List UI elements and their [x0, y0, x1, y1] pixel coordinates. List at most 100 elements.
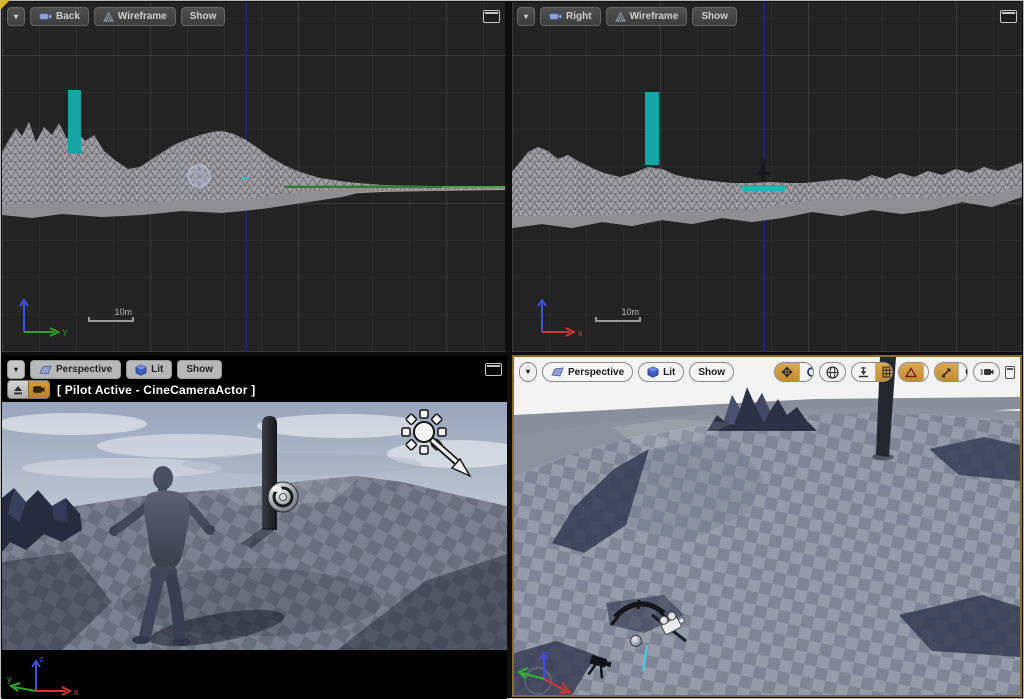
small-actor-silhouette[interactable]	[758, 158, 769, 181]
selection-highlight	[241, 177, 249, 180]
viewport-toolbar: ▾ Perspective Lit Show	[7, 360, 502, 379]
show-label: Show	[186, 364, 214, 375]
camera-speed-icon	[980, 369, 994, 375]
move-tool-button[interactable]	[775, 363, 800, 381]
pole-base-shadow	[872, 453, 894, 461]
perspective-icon	[551, 367, 564, 377]
rotation-snap-value[interactable]: 10°▾	[922, 363, 929, 381]
view-mode-label: Wireframe	[117, 11, 167, 22]
surface-snap-button[interactable]	[852, 363, 875, 381]
rotation-snap-group: 10°▾	[897, 362, 930, 382]
view-type-label: Perspective	[56, 364, 113, 375]
transform-tools	[774, 362, 814, 382]
scale-bar-label: 10m	[621, 307, 639, 317]
axis-gizmo: z y x	[7, 654, 79, 697]
view-mode-button[interactable]: Lit	[126, 360, 173, 379]
show-flags-button[interactable]: Show	[180, 7, 226, 26]
pilot-status-text: [ Pilot Active - CineCameraActor ]	[57, 382, 256, 397]
move-tool-icon	[781, 366, 793, 378]
scale-bar: 10m	[88, 307, 134, 322]
rotation-snap-toggle[interactable]	[898, 363, 923, 381]
view-type-button[interactable]: Back	[30, 7, 89, 26]
axis-label-x: x	[578, 328, 583, 338]
viewport-toolbar: ▾ Right Wireframe Show	[517, 7, 1017, 26]
world-coordinate-icon	[826, 365, 839, 379]
rotate-tool-button[interactable]	[799, 363, 813, 381]
viewport-right[interactable]: x 10m ▾ Right Wireframe Show	[512, 2, 1022, 352]
wireframe-icon	[614, 11, 626, 21]
maximize-viewport-button[interactable]	[485, 363, 502, 376]
maximize-viewport-button[interactable]	[1000, 10, 1017, 23]
axis-label-z: z	[547, 646, 552, 656]
selected-column-actor[interactable]	[645, 92, 659, 165]
coordinate-system-button[interactable]	[818, 362, 846, 382]
camera-speed-value[interactable]: 4▾	[1000, 363, 1001, 381]
pilot-status-bar: [ Pilot Active - CineCameraActor ]	[7, 380, 255, 399]
camera-view[interactable]	[2, 402, 507, 650]
view-type-button[interactable]: Right	[540, 7, 601, 26]
view-mode-button[interactable]: Wireframe	[93, 7, 176, 26]
wireframe-icon	[103, 11, 114, 21]
viewport-options-dropdown[interactable]: ▾	[517, 7, 536, 26]
viewport-toolbar: ▾ Back Wireframe Show	[7, 7, 500, 26]
wireframe-scene-right[interactable]: x	[512, 2, 1022, 352]
grid-snap-toggle[interactable]	[874, 363, 892, 381]
axis-gizmo: x	[537, 298, 583, 338]
scale-snap-icon	[942, 368, 951, 377]
pole-actor[interactable]	[262, 416, 277, 530]
eject-icon	[14, 385, 22, 394]
show-flags-button[interactable]: Show	[177, 360, 223, 379]
camera-icon	[39, 13, 52, 20]
show-label: Show	[701, 11, 729, 22]
viewport-options-dropdown[interactable]: ▾	[7, 7, 26, 26]
view-type-button[interactable]: Perspective	[30, 360, 122, 379]
lit-cube-icon	[647, 366, 659, 378]
view-mode-button[interactable]: Lit	[638, 362, 685, 382]
axis-gizmo: Y	[19, 298, 68, 338]
maximize-viewport-button[interactable]	[483, 10, 500, 23]
view-mode-label: Lit	[151, 364, 164, 375]
scale-bar-label: 10m	[114, 307, 132, 317]
view-mode-button[interactable]: Wireframe	[605, 7, 688, 26]
show-label: Show	[189, 11, 217, 22]
chevron-down-icon: ▾	[526, 367, 531, 376]
surface-snap-icon	[858, 367, 868, 378]
small-chrome-sphere[interactable]	[630, 635, 642, 647]
selected-column-actor[interactable]	[68, 90, 81, 154]
scale-bar: 10m	[595, 307, 641, 322]
pilot-camera-icon	[33, 386, 45, 393]
viewport-perspective[interactable]: z ▾ Perspective Lit Show	[512, 355, 1022, 697]
view-type-label: Back	[56, 11, 80, 22]
chrome-sphere-actor[interactable]	[267, 481, 299, 513]
view-type-button[interactable]: Perspective	[542, 362, 634, 382]
chevron-down-icon: ▾	[14, 11, 19, 21]
viewport-back[interactable]: Y 10m ▾ Back Wireframe Show	[2, 2, 505, 352]
perspective-view[interactable]: z	[514, 357, 1020, 695]
wireframe-sphere-actor[interactable]	[187, 164, 211, 188]
chevron-down-icon: ▾	[14, 364, 19, 374]
scale-snap-toggle[interactable]	[935, 363, 959, 381]
scale-snap-value[interactable]: 0,25▾	[958, 363, 967, 381]
viewport-options-dropdown[interactable]: ▾	[7, 360, 26, 379]
view-type-label: Right	[566, 11, 592, 22]
eject-pilot-button[interactable]	[8, 381, 28, 398]
pilot-camera-button[interactable]	[28, 381, 49, 398]
scale-snap-value-label: 0,25	[965, 367, 966, 378]
wireframe-scene-back[interactable]: Y	[2, 2, 505, 352]
maximize-viewport-button[interactable]	[1005, 365, 1016, 379]
viewport-toolbar: ▾ Perspective Lit Show	[519, 362, 1016, 382]
view-type-label: Perspective	[568, 366, 625, 378]
view-mode-label: Wireframe	[629, 11, 679, 22]
camera-speed-group: 4▾	[972, 362, 1001, 382]
camera-speed-button[interactable]	[974, 363, 1000, 381]
axis-label-y: y	[7, 674, 12, 684]
quad-viewport-stage: Y 10m ▾ Back Wireframe Show x 10m ▾ Righ…	[0, 0, 1024, 699]
viewport-options-dropdown[interactable]: ▾	[519, 362, 538, 382]
lit-cube-icon	[135, 363, 147, 376]
show-flags-button[interactable]: Show	[689, 362, 735, 382]
viewport-pilot[interactable]: z y x ▾ Perspective Lit Show [Pilot Act…	[2, 355, 507, 699]
show-flags-button[interactable]: Show	[692, 7, 738, 26]
selection-highlight	[742, 186, 785, 191]
pilot-controls	[7, 380, 50, 399]
axis-label-y: Y	[62, 328, 68, 338]
